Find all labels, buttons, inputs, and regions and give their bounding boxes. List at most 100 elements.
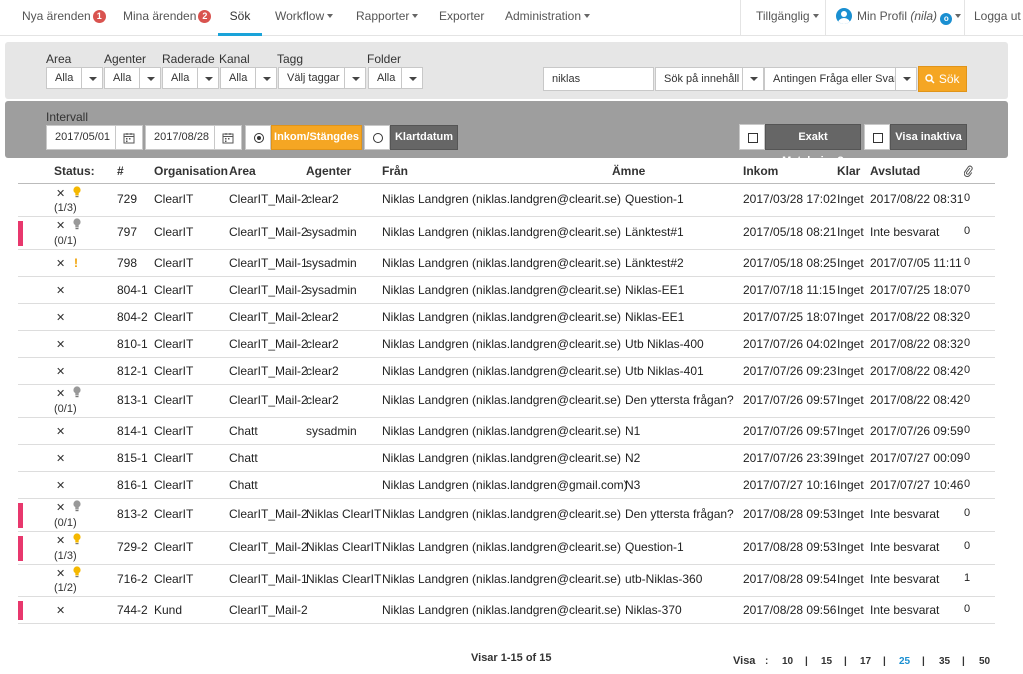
date-from-calendar-button[interactable] <box>115 125 143 150</box>
close-icon[interactable]: ✕ <box>56 338 65 351</box>
raderade-filter-dropdown-icon[interactable] <box>197 67 219 89</box>
table-row[interactable]: ✕ 812-1 ClearIT ClearIT_Mail-2 clear2 Niklas … <box>18 358 995 385</box>
status-dropdown[interactable]: Tillgänglig <box>756 0 819 36</box>
area-filter-select[interactable]: Alla <box>46 67 82 89</box>
close-icon[interactable]: ✕ <box>56 567 65 580</box>
close-icon[interactable]: ✕ <box>56 534 65 547</box>
col-inkom[interactable]: Inkom <box>743 164 778 178</box>
answer-ratio: (1/3) <box>54 550 77 562</box>
close-icon[interactable]: ✕ <box>56 219 65 232</box>
col-agenter[interactable]: Agenter <box>306 164 351 178</box>
cell-klar: Inget <box>837 540 864 554</box>
page-size-25[interactable]: 25 <box>899 656 910 667</box>
close-icon[interactable]: ✕ <box>56 284 65 297</box>
date-to-input[interactable]: 2017/08/28 <box>145 125 215 150</box>
table-row[interactable]: ✕ (1/2) 716-2 ClearIT ClearIT_Mail-1 Niklas C… <box>18 565 995 597</box>
table-row[interactable]: ✕ (0/1) 797 ClearIT ClearIT_Mail-2 sysadmin Ni… <box>18 217 995 250</box>
nav-nya-arenden[interactable]: Nya ärenden 1 <box>22 0 106 36</box>
tagg-filter-select[interactable]: Välj taggar <box>278 67 345 89</box>
agenter-filter-dropdown-icon[interactable] <box>139 67 161 89</box>
col-klar[interactable]: Klar <box>837 164 860 178</box>
nav-exporter[interactable]: Exporter <box>439 0 484 36</box>
search-input[interactable]: niklas <box>543 67 654 91</box>
col-organisation[interactable]: Organisation <box>154 164 228 178</box>
logout-link[interactable]: Logga ut <box>974 0 1021 36</box>
inkom-radio[interactable] <box>245 125 271 150</box>
search-button[interactable]: Sök <box>918 66 967 92</box>
page-size-10[interactable]: 10 <box>782 656 793 667</box>
nav-rapporter[interactable]: Rapporter <box>356 0 419 36</box>
nav-mina-arenden[interactable]: Mina ärenden 2 <box>123 0 212 36</box>
table-row[interactable]: ✕ 804-1 ClearIT ClearIT_Mail-2 sysadmin Nikla… <box>18 277 995 304</box>
table-row[interactable]: ✕ (0/1) 813-2 ClearIT ClearIT_Mail-2 Niklas C… <box>18 499 995 532</box>
kanal-filter-select[interactable]: Alla <box>220 67 256 89</box>
cell-subject: Niklas-EE1 <box>625 310 685 324</box>
page-size-35[interactable]: 35 <box>939 656 950 667</box>
close-icon[interactable]: ✕ <box>56 501 65 514</box>
cell-num: 816-1 <box>117 478 148 492</box>
inkom-stangdes-button[interactable]: Inkom/Stängdes <box>271 125 362 150</box>
table-row[interactable]: ✕ 744-2 Kund ClearIT_Mail-2 Niklas Landgren … <box>18 597 995 624</box>
date-to-calendar-button[interactable] <box>214 125 242 150</box>
col-amne[interactable]: Ämne <box>612 164 645 178</box>
col-number[interactable]: # <box>117 164 124 178</box>
cell-klar: Inget <box>837 256 864 270</box>
close-icon[interactable]: ✕ <box>56 452 65 465</box>
area-filter-dropdown-icon[interactable] <box>81 67 103 89</box>
page-size-15[interactable]: 15 <box>821 656 832 667</box>
logout-label: Logga ut <box>974 9 1021 23</box>
table-row[interactable]: ✕ (1/3) 729-2 ClearIT ClearIT_Mail-2 Niklas C… <box>18 532 995 565</box>
date-from-input[interactable]: 2017/05/01 <box>46 125 116 150</box>
cell-avslutad: 2017/07/05 11:11 <box>870 256 962 270</box>
col-area[interactable]: Area <box>229 164 256 178</box>
klartdatum-button[interactable]: Klartdatum <box>390 125 458 150</box>
close-icon[interactable]: ✕ <box>56 187 65 200</box>
profile-menu[interactable]: Min Profil (nila) o <box>836 0 962 36</box>
table-row[interactable]: ✕ 810-1 ClearIT ClearIT_Mail-2 clear2 Niklas … <box>18 331 995 358</box>
close-icon[interactable]: ✕ <box>56 365 65 378</box>
col-avslutad[interactable]: Avslutad <box>870 164 920 178</box>
cell-att: 0 <box>964 337 971 349</box>
table-row[interactable]: ✕ (1/3) 729 ClearIT ClearIT_Mail-2 clear2 Nikl… <box>18 185 995 217</box>
cell-att: 1 <box>964 572 971 584</box>
exakt-matchning-checkbox[interactable] <box>739 124 765 150</box>
raderade-filter-select[interactable]: Alla <box>162 67 198 89</box>
close-icon[interactable]: ✕ <box>56 387 65 400</box>
table-row[interactable]: ✕ 816-1 ClearIT Chatt Niklas Landgren (nikla… <box>18 472 995 499</box>
close-icon[interactable]: ✕ <box>56 257 65 270</box>
nav-administration[interactable]: Administration <box>505 0 591 36</box>
folder-filter-select[interactable]: Alla <box>368 67 402 89</box>
cell-inkom: 2017/07/18 11:15 <box>743 283 836 297</box>
visa-inaktiva-checkbox[interactable] <box>864 124 890 150</box>
agenter-filter-select[interactable]: Alla <box>104 67 140 89</box>
visa-inaktiva-button[interactable]: Visa inaktiva <box>890 124 967 150</box>
folder-filter-dropdown-icon[interactable] <box>401 67 423 89</box>
cell-subject: Länktest#1 <box>625 225 684 239</box>
close-icon[interactable]: ✕ <box>56 604 65 617</box>
close-icon[interactable]: ✕ <box>56 311 65 324</box>
col-status[interactable]: Status: <box>54 164 95 178</box>
cell-klar: Inget <box>837 478 864 492</box>
table-row[interactable]: ✕ (0/1) 813-1 ClearIT ClearIT_Mail-2 clear2 Ni… <box>18 385 995 418</box>
table-row[interactable]: ✕ 804-2 ClearIT ClearIT_Mail-2 clear2 Niklas … <box>18 304 995 331</box>
priority-flag <box>18 536 23 561</box>
klartdatum-radio[interactable] <box>364 125 390 150</box>
search-type-dropdown-icon[interactable] <box>895 67 917 91</box>
search-type-select[interactable]: Antingen Fråga eller Svar <box>764 67 898 91</box>
search-scope-select[interactable]: Sök på innehåll <box>655 67 743 91</box>
page-size-17[interactable]: 17 <box>860 656 871 667</box>
cell-subject: Utb Niklas-400 <box>625 337 704 351</box>
close-icon[interactable]: ✕ <box>56 425 65 438</box>
search-scope-dropdown-icon[interactable] <box>742 67 764 91</box>
nav-sok[interactable]: Sök <box>218 0 262 36</box>
tagg-filter-dropdown-icon[interactable] <box>344 67 366 89</box>
table-row[interactable]: ✕! 798 ClearIT ClearIT_Mail-1 sysadmin Niklas… <box>18 250 995 277</box>
kanal-filter-dropdown-icon[interactable] <box>255 67 277 89</box>
exakt-matchning-button[interactable]: Exakt Matchning? <box>765 124 861 167</box>
table-row[interactable]: ✕ 815-1 ClearIT Chatt Niklas Landgren (nikla… <box>18 445 995 472</box>
page-size-50[interactable]: 50 <box>979 656 990 667</box>
nav-workflow[interactable]: Workflow <box>275 0 334 36</box>
close-icon[interactable]: ✕ <box>56 479 65 492</box>
col-fran[interactable]: Från <box>382 164 408 178</box>
table-row[interactable]: ✕ 814-1 ClearIT Chatt sysadmin Niklas Landgre… <box>18 418 995 445</box>
